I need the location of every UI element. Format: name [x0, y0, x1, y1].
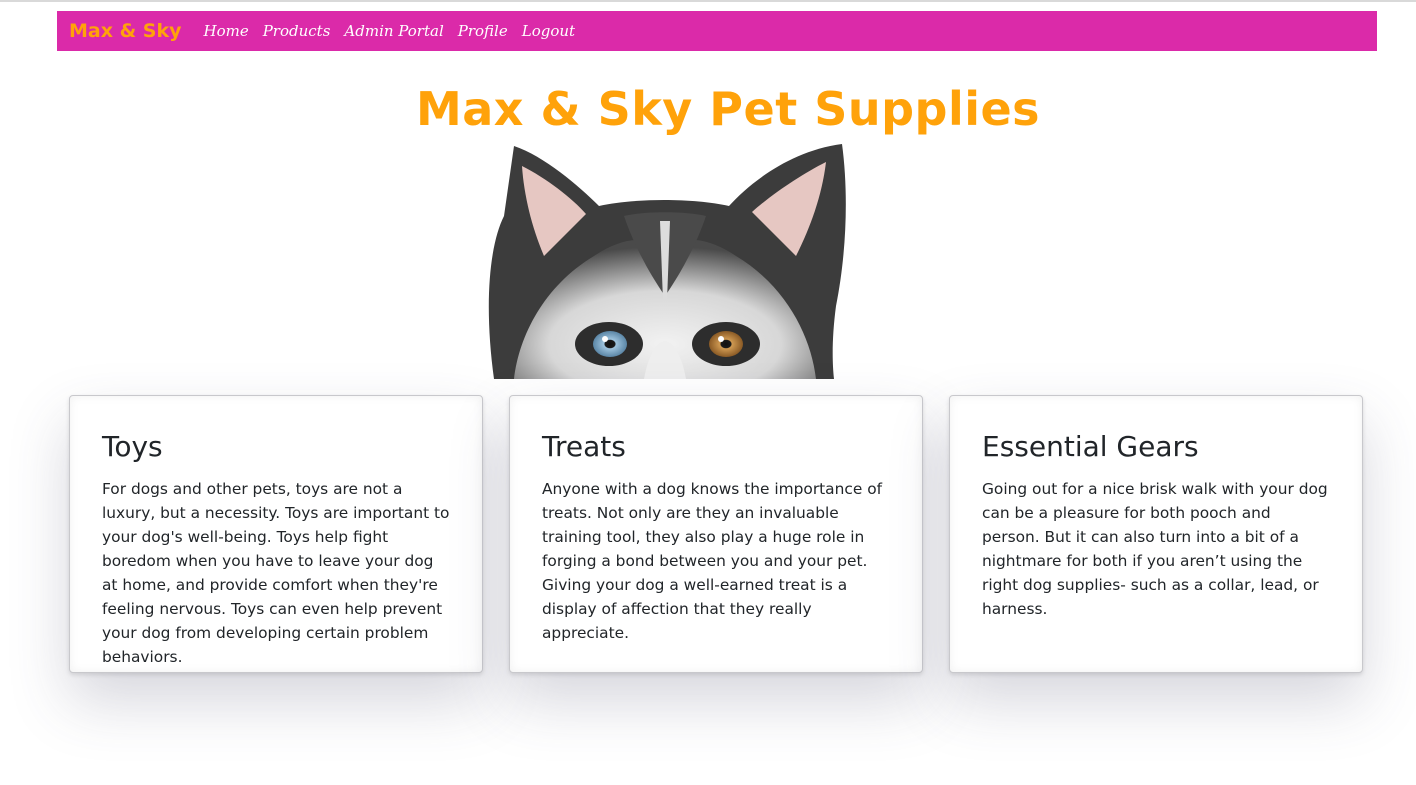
nav-link-profile[interactable]: Profile	[458, 22, 508, 40]
nav-link-home[interactable]: Home	[204, 22, 249, 40]
nav-link-logout[interactable]: Logout	[522, 22, 575, 40]
card-text: Anyone with a dog knows the importance o…	[542, 480, 883, 642]
nav-link-products[interactable]: Products	[263, 22, 331, 40]
card-essential-gears: Essential Gears Going out for a nice bri…	[949, 395, 1363, 673]
window-top-border	[0, 0, 1416, 2]
card-text: For dogs and other pets, toys are not a …	[102, 480, 450, 666]
nav-link-admin-portal[interactable]: Admin Portal	[344, 22, 443, 40]
navbar: Max & Sky Home Products Admin Portal Pro…	[57, 11, 1377, 51]
card-text: Going out for a nice brisk walk with you…	[982, 480, 1328, 618]
card-treats: Treats Anyone with a dog knows the impor…	[509, 395, 923, 673]
card-title: Essential Gears	[982, 430, 1199, 463]
husky-image	[488, 144, 846, 379]
card-title: Toys	[102, 430, 163, 463]
nav-links: Home Products Admin Portal Profile Logou…	[204, 22, 576, 40]
brand-link[interactable]: Max & Sky	[69, 20, 182, 42]
card-toys: Toys For dogs and other pets, toys are n…	[69, 395, 483, 673]
card-title: Treats	[542, 430, 626, 463]
page-title: Max & Sky Pet Supplies	[415, 82, 1041, 136]
